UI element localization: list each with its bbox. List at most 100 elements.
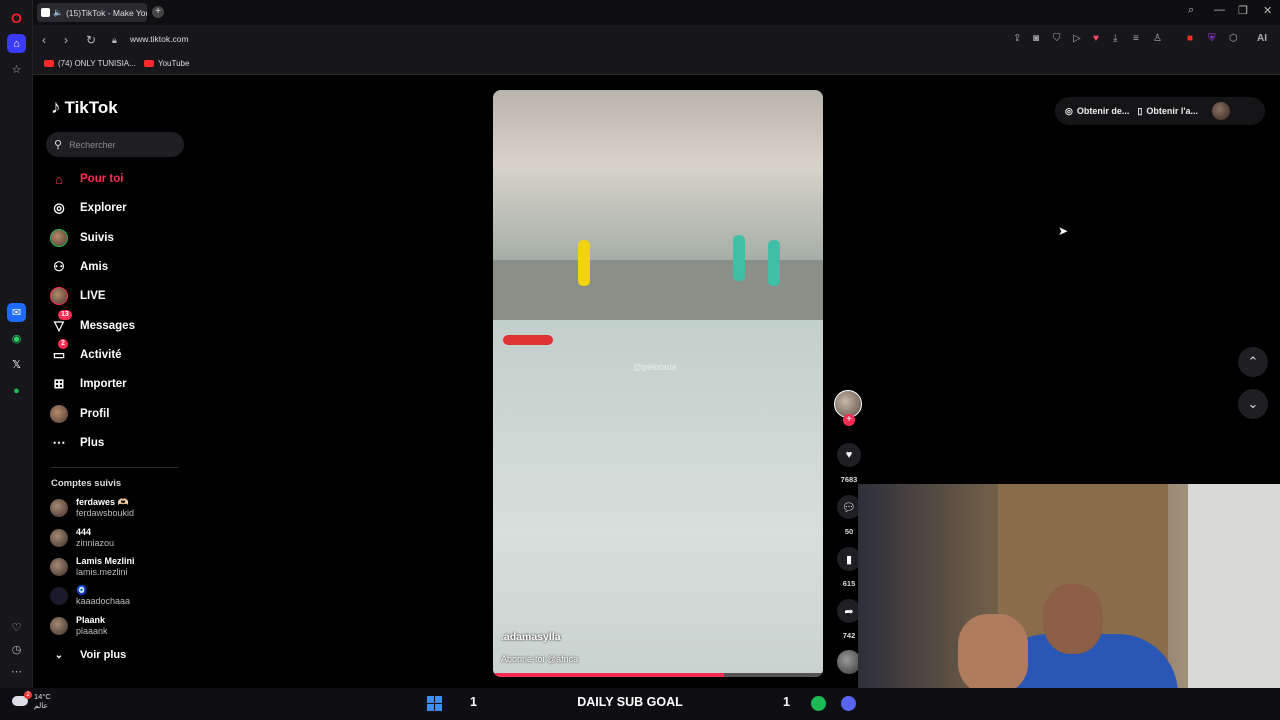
like-button[interactable]: ♥ xyxy=(837,443,861,467)
weather-badge: 2 xyxy=(24,691,32,699)
spotify-icon[interactable] xyxy=(811,696,826,711)
compass-icon: ◎ xyxy=(53,200,65,215)
avatar xyxy=(50,617,68,635)
search-input[interactable] xyxy=(69,139,170,150)
extensions-icon[interactable]: ⬡ xyxy=(1229,33,1238,44)
nav-suivis[interactable]: Suivis xyxy=(50,227,114,249)
video-player[interactable]: @pelotada .adamasylla Abonne-toi @africa xyxy=(493,90,823,677)
history-icon[interactable]: ◷ xyxy=(7,640,26,659)
home-icon: ⌂ xyxy=(55,171,63,187)
tiktok-logo[interactable]: ♪ TikTok xyxy=(51,97,118,119)
nav-live[interactable]: LIVE xyxy=(50,285,106,307)
bookmark-youtube[interactable]: YouTube xyxy=(144,59,189,68)
shield-icon[interactable]: ⛉ xyxy=(1053,33,1061,44)
spotify-icon[interactable]: ● xyxy=(7,381,26,400)
download-icon[interactable]: ⤓ xyxy=(1113,33,1117,44)
messages-badge: 13 xyxy=(58,310,72,320)
share-icon[interactable]: ⇪ xyxy=(1013,33,1021,44)
following-account[interactable]: Plaank plaaank xyxy=(50,614,108,638)
share-arrow-icon: ➦ xyxy=(844,605,854,618)
user-avatar[interactable] xyxy=(1211,102,1230,120)
webcam-overlay xyxy=(858,484,1280,720)
nav-label: Importer xyxy=(80,378,127,390)
heart-icon[interactable]: ♥ xyxy=(1093,33,1099,44)
get-app-button[interactable]: ▯ Obtenir l'a... xyxy=(1137,106,1198,117)
account-handle: kaaadochaaa xyxy=(76,596,131,606)
extension-shield-icon[interactable]: ⛨ xyxy=(1208,33,1216,44)
goal-current: 1 xyxy=(470,695,477,709)
search-bar[interactable]: ⚲ xyxy=(46,132,184,157)
nav-label: LIVE xyxy=(80,290,106,302)
get-app-label: Obtenir l'a... xyxy=(1146,106,1198,116)
windows-start-icon[interactable] xyxy=(427,696,442,711)
tiktok-note-icon: ♪ xyxy=(51,97,61,118)
video-player-figure xyxy=(733,235,745,281)
following-account[interactable]: 🧿 kaaadochaaa xyxy=(50,584,130,608)
video-progress-bar[interactable] xyxy=(493,673,823,677)
menu-icon[interactable]: ≡ xyxy=(1133,33,1139,44)
see-more-button[interactable]: ⌄ Voir plus xyxy=(50,644,126,666)
back-button[interactable]: ‹ xyxy=(42,33,46,47)
nav-label: Suivis xyxy=(80,232,114,244)
nav-label: Plus xyxy=(80,437,105,449)
star-icon[interactable]: ☆ xyxy=(7,60,26,79)
forward-button[interactable]: › xyxy=(64,33,68,47)
get-coins-button[interactable]: ◎ Obtenir de... xyxy=(1065,106,1129,117)
camera-icon[interactable]: ◙ xyxy=(1033,33,1039,44)
previous-video-button[interactable]: ⌃ xyxy=(1238,347,1268,377)
bookmark-icon: ▮ xyxy=(845,553,853,566)
nav-explorer[interactable]: ◎ Explorer xyxy=(50,197,126,219)
tiktok-logo-text: TikTok xyxy=(64,98,118,117)
home-icon[interactable]: ⌂ xyxy=(7,34,26,53)
tab-title: (15)TikTok - Make You xyxy=(65,7,147,18)
account-name: Plaank xyxy=(76,615,106,625)
next-video-button[interactable]: ⌄ xyxy=(1238,389,1268,419)
nav-pour-toi[interactable]: ⌂ Pour toi xyxy=(50,168,123,190)
whatsapp-icon[interactable]: ◉ xyxy=(7,329,26,348)
avatar xyxy=(50,529,68,547)
nav-activite[interactable]: ▭ 2 Activité xyxy=(50,339,122,366)
search-tabs-icon[interactable]: ⌕ xyxy=(1188,4,1194,17)
nav-amis[interactable]: ⚇ Amis xyxy=(50,256,108,278)
ai-button[interactable]: AI xyxy=(1257,33,1267,44)
webcam-person-hands xyxy=(958,614,1028,694)
chevron-down-icon: ⌄ xyxy=(1247,396,1259,411)
upload-icon: ⊞ xyxy=(53,376,65,391)
video-username[interactable]: .adamasylla xyxy=(501,631,561,643)
reload-button[interactable]: ↻ xyxy=(86,33,96,47)
opera-logo-icon[interactable]: O xyxy=(7,8,26,27)
more-icon[interactable]: ⋯ xyxy=(7,662,26,681)
x-icon[interactable]: 𝕏 xyxy=(7,355,26,374)
like-count: 7683 xyxy=(840,475,858,484)
get-coins-label: Obtenir de... xyxy=(1076,106,1130,116)
new-tab-button[interactable]: + xyxy=(152,6,164,18)
heart-icon[interactable]: ♡ xyxy=(7,618,26,637)
nav-messages[interactable]: ▽ 13 Messages xyxy=(50,310,135,337)
nav-label: Messages xyxy=(80,320,135,332)
video-player-figure xyxy=(578,240,590,286)
following-account[interactable]: 444 zinniazou xyxy=(50,526,114,550)
bookmark-only-tunisia[interactable]: (74) ONLY TUNISIA... xyxy=(44,59,136,68)
minimize-button[interactable]: — xyxy=(1214,4,1225,16)
weather-widget[interactable]: 2 14°C عالم xyxy=(12,691,51,710)
restore-button[interactable]: ❐ xyxy=(1238,4,1248,17)
follow-plus-button[interactable]: + xyxy=(843,414,855,426)
discord-icon[interactable] xyxy=(841,696,856,711)
following-account[interactable]: ferdawes 🫶🏻 ferdawsboukid xyxy=(50,496,134,520)
nav-profil[interactable]: Profil xyxy=(50,403,109,425)
nav-importer[interactable]: ⊞ Importer xyxy=(50,373,127,395)
top-right-actions: ◎ Obtenir de... ▯ Obtenir l'a... xyxy=(1055,97,1265,125)
play-icon[interactable]: ▷ xyxy=(1073,33,1081,44)
extension-red-icon[interactable]: ■ xyxy=(1187,33,1193,44)
video-court xyxy=(493,320,823,677)
messenger-icon[interactable]: ✉ xyxy=(7,303,26,322)
following-account[interactable]: Lamis Mezlini lamis.mezlini xyxy=(50,555,135,579)
url-field[interactable]: www.tiktok.com xyxy=(130,34,189,44)
tab-tiktok[interactable]: 🔈 (15)TikTok - Make You xyxy=(37,3,147,22)
video-player-figure xyxy=(503,335,553,345)
weather-text: عالم xyxy=(34,701,49,710)
avatar xyxy=(50,499,68,517)
nav-plus[interactable]: ⋯ Plus xyxy=(50,432,105,454)
profile-icon[interactable]: ♙ xyxy=(1153,33,1162,44)
close-button[interactable]: ✕ xyxy=(1263,4,1272,17)
